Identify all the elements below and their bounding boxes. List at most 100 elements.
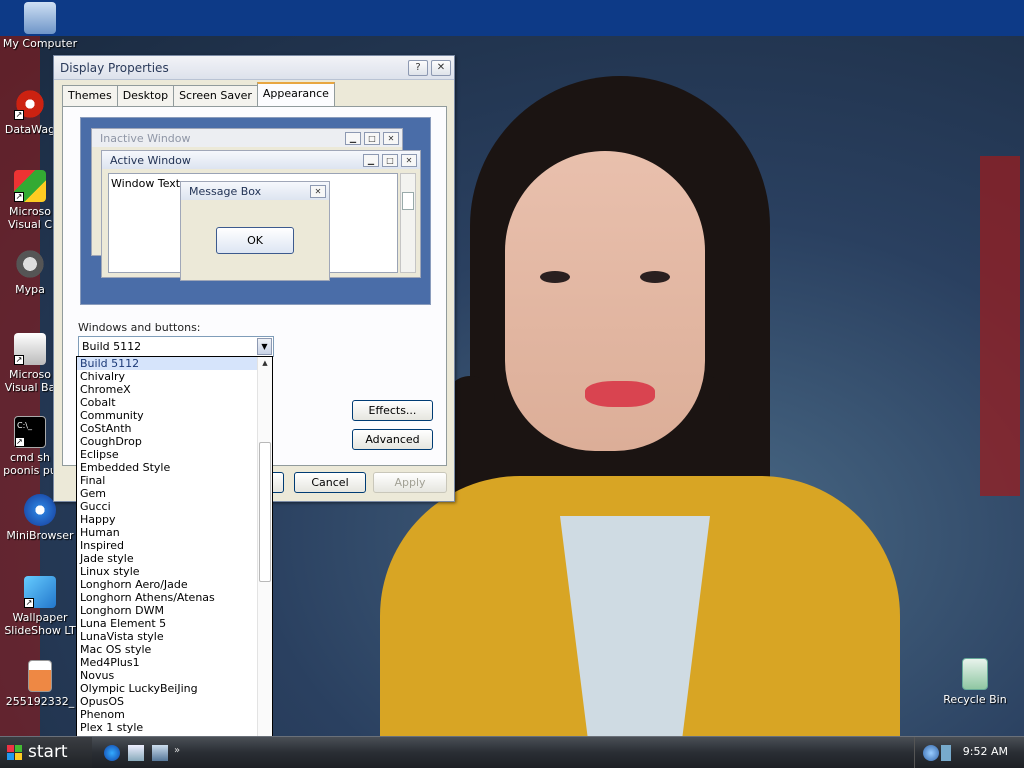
dropdown-option[interactable]: Med4Plus1 bbox=[77, 656, 257, 669]
dropdown-option[interactable]: Community bbox=[77, 409, 257, 422]
dropdown-option[interactable]: Human bbox=[77, 526, 257, 539]
dropdown-option[interactable]: CoughDrop bbox=[77, 435, 257, 448]
dropdown-option[interactable]: Olympic LuckyBeiJing bbox=[77, 682, 257, 695]
dropdown-option[interactable]: Happy bbox=[77, 513, 257, 526]
image-file-icon bbox=[28, 660, 52, 692]
dropdown-option[interactable]: Build 5112 bbox=[77, 357, 257, 370]
dropdown-scrollbar[interactable]: ▲ ▼ bbox=[257, 357, 272, 746]
preview-active-window: Active Window ▁ □ ✕ Window Text Message … bbox=[101, 150, 421, 281]
title-bar[interactable]: Display Properties ? ✕ bbox=[54, 56, 454, 80]
system-tray: 9:52 AM bbox=[914, 737, 1024, 768]
windows-logo-icon bbox=[7, 745, 22, 760]
start-button[interactable]: start bbox=[0, 737, 92, 768]
dropdown-option[interactable]: Chivalry bbox=[77, 370, 257, 383]
browser-icon bbox=[24, 494, 56, 526]
windows-buttons-select[interactable]: Build 5112 ▼ bbox=[78, 336, 274, 357]
network-icon[interactable] bbox=[923, 745, 939, 761]
dropdown-option[interactable]: Luna Element 5 bbox=[77, 617, 257, 630]
volume-icon[interactable] bbox=[941, 745, 951, 761]
dropdown-option[interactable]: Longhorn Aero/Jade bbox=[77, 578, 257, 591]
maximize-icon: □ bbox=[382, 153, 398, 167]
tab-screen-saver[interactable]: Screen Saver bbox=[173, 85, 258, 106]
dropdown-option[interactable]: ChromeX bbox=[77, 383, 257, 396]
dropdown-option[interactable]: Embedded Style bbox=[77, 461, 257, 474]
maximize-icon: □ bbox=[364, 131, 380, 145]
scroll-up-icon[interactable]: ▲ bbox=[258, 357, 272, 369]
shortcut-arrow-icon: ↗ bbox=[14, 110, 24, 120]
desktop-icon-image-file[interactable]: 255192332_ bbox=[0, 660, 80, 708]
datawag-icon: ↗ bbox=[14, 88, 46, 120]
effects-button[interactable]: Effects... bbox=[352, 400, 433, 421]
close-button[interactable]: ✕ bbox=[431, 59, 451, 76]
dropdown-option[interactable]: Gem bbox=[77, 487, 257, 500]
dropdown-option[interactable]: Plex 1 style bbox=[77, 721, 257, 734]
dropdown-option[interactable]: LunaVista style bbox=[77, 630, 257, 643]
show-desktop-icon[interactable] bbox=[152, 745, 168, 761]
dropdown-option[interactable]: Inspired bbox=[77, 539, 257, 552]
dropdown-option[interactable]: OpusOS bbox=[77, 695, 257, 708]
preview-scrollbar bbox=[400, 173, 416, 273]
dropdown-option[interactable]: Final bbox=[77, 474, 257, 487]
preview-ok-button: OK bbox=[216, 227, 294, 254]
dropdown-items: Build 5112 Chivalry ChromeX Cobalt Community… bbox=[77, 357, 272, 746]
desktop-icon-label: Microso Visual Ba bbox=[4, 368, 56, 394]
preview-active-title: Active Window bbox=[110, 153, 191, 167]
desktop-icon-label: My Computer bbox=[2, 37, 78, 50]
desktop-icon-label: Mypa bbox=[15, 283, 45, 296]
media-player-icon[interactable] bbox=[128, 745, 144, 761]
dropdown-option[interactable]: Longhorn DWM bbox=[77, 604, 257, 617]
taskbar: start » 9:52 AM bbox=[0, 736, 1024, 768]
quick-launch-overflow-icon[interactable]: » bbox=[174, 745, 190, 761]
desktop-icon-cmd[interactable]: C:\_ ↗ cmd sh poonis pu bbox=[0, 416, 60, 477]
dropdown-option[interactable]: Jade style bbox=[77, 552, 257, 565]
computer-icon bbox=[24, 2, 56, 34]
dropdown-option[interactable]: Gucci bbox=[77, 500, 257, 513]
tab-strip: Themes Desktop Screen Saver Appearance bbox=[62, 82, 335, 106]
shortcut-arrow-icon: ↗ bbox=[14, 355, 24, 365]
desktop-icon-my-computer[interactable]: My Computer bbox=[0, 2, 80, 50]
desktop-icon-datawag[interactable]: ↗ DataWag bbox=[0, 88, 60, 136]
tab-themes[interactable]: Themes bbox=[62, 85, 118, 106]
internet-explorer-icon[interactable] bbox=[104, 745, 120, 761]
cancel-button[interactable]: Cancel bbox=[294, 472, 366, 493]
dropdown-option[interactable]: Novus bbox=[77, 669, 257, 682]
tab-desktop[interactable]: Desktop bbox=[116, 85, 175, 106]
dropdown-option[interactable]: Phenom bbox=[77, 708, 257, 721]
desktop-icon-mypa[interactable]: Mypa bbox=[0, 248, 60, 296]
close-icon: ✕ bbox=[310, 184, 326, 198]
window-text-label: Window Text bbox=[111, 177, 181, 190]
desktop-icon-recycle-bin[interactable]: Recycle Bin bbox=[935, 658, 1015, 706]
clock[interactable]: 9:52 AM bbox=[963, 745, 1008, 758]
close-icon: ✕ bbox=[383, 131, 399, 145]
visual-studio-icon: ↗ bbox=[14, 170, 46, 202]
chevron-down-icon[interactable]: ▼ bbox=[257, 338, 272, 355]
desktop-icon-label: Microso Visual C bbox=[7, 205, 53, 231]
minimize-icon: ▁ bbox=[345, 131, 361, 145]
preview-message-box: Message Box ✕ OK bbox=[180, 181, 330, 281]
desktop-icon-label: Recycle Bin bbox=[943, 693, 1007, 706]
dropdown-option[interactable]: Linux style bbox=[77, 565, 257, 578]
apply-button[interactable]: Apply bbox=[373, 472, 447, 493]
desktop-icon-wallpaper-slideshow[interactable]: ↗ Wallpaper SlideShow LT bbox=[0, 576, 80, 637]
dropdown-option[interactable]: Longhorn Athens/Atenas bbox=[77, 591, 257, 604]
dropdown-option[interactable]: CoStAnth bbox=[77, 422, 257, 435]
dropdown-option[interactable]: Eclipse bbox=[77, 448, 257, 461]
dropdown-option[interactable]: Mac OS style bbox=[77, 643, 257, 656]
desktop-icon-label: MiniBrowser bbox=[6, 529, 74, 542]
window-title: Display Properties bbox=[60, 60, 169, 75]
scroll-thumb[interactable] bbox=[259, 442, 271, 582]
windows-buttons-value: Build 5112 bbox=[82, 340, 142, 353]
shortcut-arrow-icon: ↗ bbox=[14, 192, 24, 202]
help-button[interactable]: ? bbox=[408, 59, 428, 76]
preview-inactive-title: Inactive Window bbox=[100, 131, 191, 145]
tab-appearance[interactable]: Appearance bbox=[256, 82, 335, 106]
appearance-preview: Inactive Window ▁ □ ✕ Active Window ▁ □ … bbox=[80, 117, 431, 305]
wallpaper-photo bbox=[380, 76, 1020, 736]
dropdown-option[interactable]: Cobalt bbox=[77, 396, 257, 409]
desktop-icon-visual-c[interactable]: ↗ Microso Visual C bbox=[0, 170, 60, 231]
start-label: start bbox=[28, 742, 68, 762]
desktop-icon-label: 255192332_ bbox=[5, 695, 75, 708]
windows-buttons-dropdown-list: Build 5112 Chivalry ChromeX Cobalt Community… bbox=[76, 356, 273, 747]
desktop-icon-visual-basic[interactable]: ↗ Microso Visual Ba bbox=[0, 333, 60, 394]
advanced-button[interactable]: Advanced bbox=[352, 429, 433, 450]
